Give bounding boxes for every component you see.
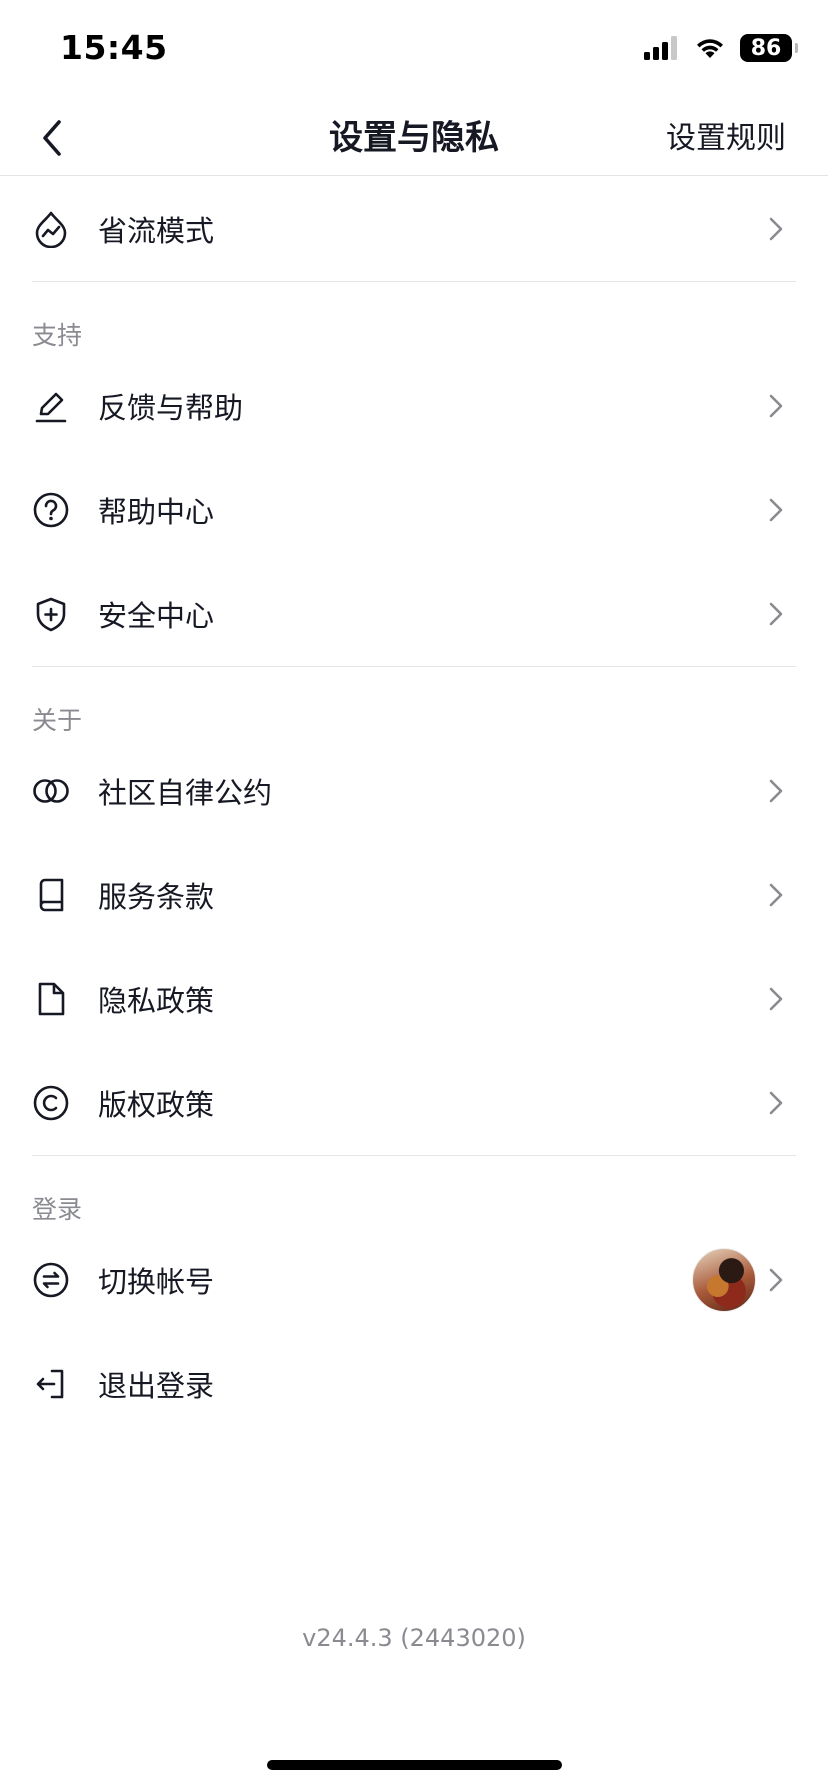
menu-item-feedback-help[interactable]: 反馈与帮助 (0, 354, 828, 458)
battery-level: 86 (750, 35, 782, 61)
chevron-right-icon (762, 1089, 790, 1117)
settings-privacy-screen: 15:45 86 设置与隐私 设置规则 省流模式 支持 反馈与帮助 帮助中心 安… (0, 0, 828, 1792)
document-icon (32, 980, 70, 1018)
battery-icon: 86 (740, 34, 798, 62)
menu-item-label: 服务条款 (98, 880, 215, 914)
menu-item-community-guidelines[interactable]: 社区自律公约 (0, 739, 828, 843)
menu-item-label: 版权政策 (98, 1088, 215, 1122)
chevron-right-icon (762, 392, 790, 420)
app-version: v24.4.3 (2443020) (302, 1624, 526, 1652)
menu-item-label: 安全中心 (98, 599, 215, 633)
menu-item-label: 退出登录 (98, 1369, 215, 1403)
shield-plus-icon (32, 595, 70, 633)
chevron-right-icon (762, 215, 790, 243)
section-header-login: 登录 (32, 1195, 83, 1224)
menu-item-label: 省流模式 (98, 214, 215, 248)
chevron-right-icon (762, 1266, 790, 1294)
menu-item-label: 切换帐号 (98, 1265, 215, 1299)
menu-item-safety-center[interactable]: 安全中心 (0, 562, 828, 666)
chevron-right-icon (762, 496, 790, 524)
status-indicators: 86 (644, 34, 798, 62)
book-icon (32, 876, 70, 914)
menu-item-label: 社区自律公约 (98, 776, 273, 810)
overlapping-circles-icon (32, 772, 70, 810)
settings-list: 省流模式 支持 反馈与帮助 帮助中心 安全中心 关于 社区自律公约 服务条款 隐… (0, 177, 828, 1436)
home-indicator (267, 1760, 562, 1770)
menu-item-label: 隐私政策 (98, 984, 215, 1018)
status-bar: 15:45 86 (0, 0, 828, 100)
switch-account-icon (32, 1261, 70, 1299)
menu-item-terms-of-service[interactable]: 服务条款 (0, 843, 828, 947)
menu-item-switch-account[interactable]: 切换帐号 (0, 1228, 828, 1332)
question-circle-icon (32, 491, 70, 529)
data-saver-icon (32, 210, 70, 248)
menu-item-privacy-policy[interactable]: 隐私政策 (0, 947, 828, 1051)
logout-icon (32, 1365, 70, 1403)
settings-rules-link[interactable]: 设置规则 (666, 113, 786, 157)
chevron-right-icon (762, 600, 790, 628)
chevron-right-icon (762, 985, 790, 1013)
avatar (692, 1248, 756, 1312)
wifi-icon (697, 39, 723, 58)
menu-item-data-saver[interactable]: 省流模式 (0, 177, 828, 281)
menu-item-label: 反馈与帮助 (98, 391, 244, 425)
chevron-right-icon (762, 881, 790, 909)
section-header-about: 关于 (32, 706, 83, 735)
menu-item-help-center[interactable]: 帮助中心 (0, 458, 828, 562)
chevron-right-icon (762, 777, 790, 805)
cellular-signal-icon (644, 36, 677, 60)
menu-item-copyright-policy[interactable]: 版权政策 (0, 1051, 828, 1155)
status-time: 15:45 (60, 28, 168, 67)
menu-item-log-out[interactable]: 退出登录 (0, 1332, 828, 1436)
menu-item-label: 帮助中心 (98, 495, 215, 529)
copyright-icon (32, 1084, 70, 1122)
pencil-icon (32, 387, 70, 425)
navigation-bar: 设置与隐私 设置规则 (0, 100, 828, 176)
section-header-support: 支持 (32, 321, 83, 350)
